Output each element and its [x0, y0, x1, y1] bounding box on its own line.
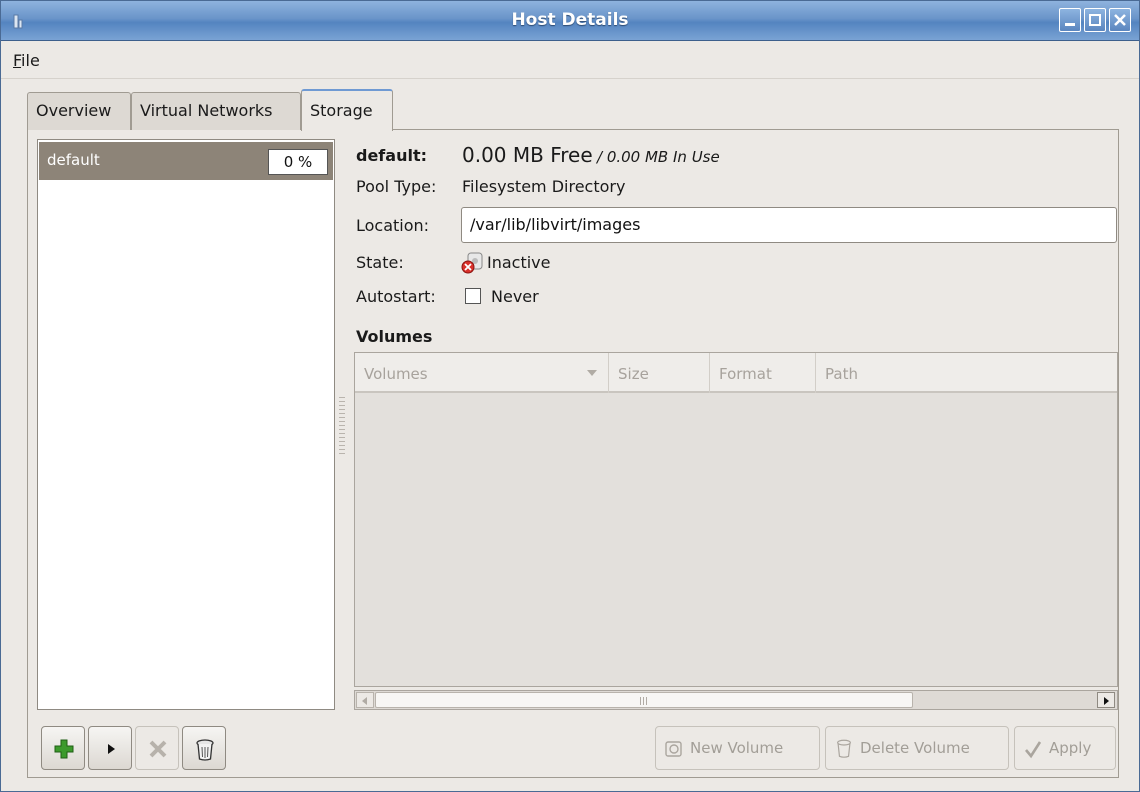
minimize-button[interactable]: [1059, 8, 1081, 32]
pane-resize-handle[interactable]: [339, 397, 345, 455]
checkmark-icon: [1025, 741, 1042, 759]
volumes-table-header: Volumes Size Format Path: [355, 353, 1117, 393]
location-label: Location:: [356, 216, 430, 235]
minimize-icon: [1065, 23, 1075, 26]
trash-icon: [837, 739, 851, 758]
autostart-checkbox[interactable]: [465, 288, 481, 304]
scroll-left-button[interactable]: [356, 692, 374, 708]
pool-row-default[interactable]: default 0 %: [39, 142, 333, 180]
pool-title: default:: [356, 146, 427, 165]
tab-overview[interactable]: Overview: [27, 92, 131, 130]
stop-x-icon: [149, 740, 167, 758]
column-header-format[interactable]: Format: [710, 353, 816, 393]
pool-in-use: / 0.00 MB In Use: [597, 148, 720, 166]
menu-file[interactable]: File: [13, 51, 40, 70]
start-pool-button[interactable]: [88, 726, 132, 770]
delete-pool-button[interactable]: [182, 726, 226, 770]
column-header-path[interactable]: Path: [816, 353, 1117, 393]
window-title: Host Details: [511, 10, 629, 30]
state-label: State:: [356, 253, 404, 272]
maximize-button[interactable]: [1084, 8, 1106, 32]
close-button[interactable]: [1109, 8, 1131, 32]
volumes-heading: Volumes: [356, 327, 433, 346]
autostart-value: Never: [491, 287, 539, 306]
pool-name: default: [47, 151, 100, 169]
column-header-size[interactable]: Size: [609, 353, 710, 393]
tab-virtual-networks[interactable]: Virtual Networks: [131, 92, 301, 130]
stop-pool-button[interactable]: [135, 726, 179, 770]
plus-icon: [54, 739, 74, 759]
arrow-left-icon: [362, 697, 367, 705]
inactive-disk-icon: [461, 252, 483, 274]
scroll-thumb[interactable]: [375, 692, 913, 708]
delete-volume-button[interactable]: Delete Volume: [825, 726, 1009, 770]
host-details-window: Host Details File Overview Virtual Netwo…: [0, 0, 1140, 792]
scroll-grip: [640, 697, 648, 705]
column-header-volumes[interactable]: Volumes: [355, 353, 609, 393]
location-field[interactable]: /var/lib/libvirt/images: [461, 207, 1117, 243]
title-bar[interactable]: Host Details: [1, 1, 1139, 41]
maximize-icon: [1089, 14, 1101, 26]
arrow-right-icon: [1104, 697, 1109, 705]
tab-storage[interactable]: Storage: [301, 89, 393, 131]
volumes-table[interactable]: Volumes Size Format Path: [354, 352, 1118, 687]
state-value: Inactive: [487, 253, 551, 272]
add-pool-button[interactable]: [41, 726, 85, 770]
menu-bar: File: [1, 41, 1139, 79]
new-volume-button[interactable]: New Volume: [655, 726, 820, 770]
new-volume-icon: [665, 741, 682, 757]
pool-type-value: Filesystem Directory: [462, 177, 626, 196]
scroll-right-button[interactable]: [1097, 692, 1115, 708]
apply-button[interactable]: Apply: [1014, 726, 1116, 770]
pool-free-space: 0.00 MB Free: [462, 143, 593, 167]
close-icon: [1114, 14, 1126, 26]
autostart-label: Autostart:: [356, 287, 436, 306]
storage-pool-list[interactable]: default 0 %: [37, 139, 335, 710]
pool-usage: 0 %: [268, 149, 328, 175]
pool-type-label: Pool Type:: [356, 177, 437, 196]
trash-icon: [196, 739, 214, 761]
volumes-horizontal-scrollbar[interactable]: [354, 690, 1118, 710]
sort-down-icon: [587, 370, 597, 376]
play-icon: [108, 744, 115, 754]
